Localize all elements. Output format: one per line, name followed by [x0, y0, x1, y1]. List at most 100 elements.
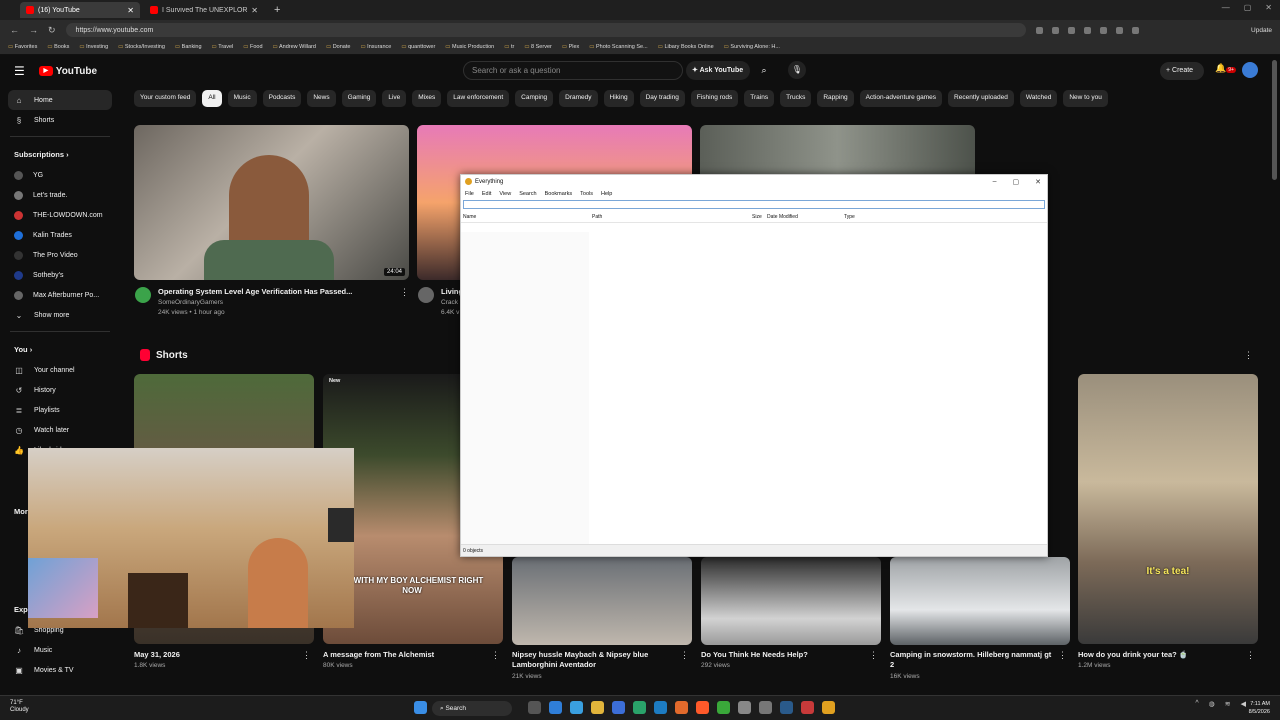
sidebar-item-subscription[interactable]: Let's trade.	[0, 185, 120, 205]
column-path[interactable]: Path	[592, 214, 602, 220]
chip-your-custom-feed[interactable]: Your custom feed	[134, 90, 197, 107]
extension-icon[interactable]	[1083, 26, 1091, 34]
more-options-icon[interactable]: ⋮	[869, 650, 878, 661]
more-options-icon[interactable]: ⋮	[1058, 650, 1067, 661]
menu-item-edit[interactable]: Edit	[482, 191, 491, 197]
chip-day-trading[interactable]: Day trading	[639, 90, 685, 107]
extension-icon[interactable]	[1067, 26, 1075, 34]
menu-item-bookmarks[interactable]: Bookmarks	[545, 191, 573, 197]
menu-item-view[interactable]: View	[499, 191, 511, 197]
search-input[interactable]: Search or ask a question	[463, 61, 683, 80]
close-window-icon[interactable]: ✕	[1265, 3, 1272, 12]
chip-podcasts[interactable]: Podcasts	[262, 90, 302, 107]
chip-watched[interactable]: Watched	[1019, 90, 1058, 107]
minimize-icon[interactable]: —	[1222, 3, 1230, 12]
channel-name[interactable]: Crack	[441, 299, 458, 306]
short-title[interactable]: Nipsey hussle Maybach & Nipsey blue Lamb…	[512, 650, 677, 670]
firefox-icon[interactable]	[675, 701, 688, 714]
extension-icon[interactable]	[1115, 26, 1123, 34]
app-icon[interactable]	[612, 701, 625, 714]
search-icon[interactable]: ⌕	[755, 61, 773, 79]
bookmark-item[interactable]: Surviving Alone: H...	[724, 44, 780, 50]
channel-avatar[interactable]	[418, 287, 434, 303]
short-thumbnail[interactable]	[512, 557, 692, 645]
sidebar-item-subscription[interactable]: Sotheby's	[0, 265, 120, 285]
steam-icon[interactable]	[780, 701, 793, 714]
bookmark-item[interactable]: 8 Server	[524, 44, 552, 50]
bookmark-item[interactable]: Music Production	[445, 44, 494, 50]
window-titlebar[interactable]: Everything	[461, 175, 1047, 188]
chip-music[interactable]: Music	[227, 90, 257, 107]
column-name[interactable]: Name	[463, 214, 476, 220]
menu-item-search[interactable]: Search	[519, 191, 536, 197]
sidebar-item-subscription[interactable]: Kalin Trades	[0, 225, 120, 245]
you-header[interactable]: You ›	[0, 338, 120, 360]
back-icon[interactable]: ←	[10, 25, 19, 36]
url-input[interactable]: https://www.youtube.com	[65, 23, 1026, 37]
sidebar-item[interactable]: ≣ Playlists	[0, 400, 120, 420]
maximize-icon[interactable]: ▢	[1244, 3, 1252, 12]
tab-video[interactable]: I Survived The UNEXPLORED Wa... ✕	[144, 2, 264, 18]
short-thumbnail[interactable]	[1078, 374, 1258, 644]
sidebar-item[interactable]: ▣ Movies & TV	[0, 660, 120, 680]
bookmark-item[interactable]: Favorites	[8, 44, 38, 50]
app-icon[interactable]	[570, 701, 583, 714]
forward-icon[interactable]: →	[29, 25, 38, 36]
menu-item-tools[interactable]: Tools	[580, 191, 593, 197]
youtube-logo[interactable]: ▶ YouTube	[38, 66, 97, 77]
avatar[interactable]	[1242, 62, 1258, 78]
bookmark-item[interactable]: Travel	[212, 44, 233, 50]
maximize-icon[interactable]: ▢	[1013, 178, 1020, 186]
ask-youtube-button[interactable]: ✦ Ask YouTube	[686, 61, 750, 80]
file-explorer-icon[interactable]	[591, 701, 604, 714]
short-title[interactable]: How do you drink your tea? 🍵	[1078, 650, 1243, 660]
chip-live[interactable]: Live	[382, 90, 407, 107]
column-date-modified[interactable]: Date Modified	[767, 214, 798, 220]
tab-youtube[interactable]: (16) YouTube ✕	[20, 2, 140, 18]
chip-recently-uploaded[interactable]: Recently uploaded	[948, 90, 1014, 107]
chip-trucks[interactable]: Trucks	[780, 90, 812, 107]
search-input[interactable]	[463, 200, 1045, 209]
everything-window[interactable]: Everything – ▢ ✕ File Edit View Search Bookm…	[460, 174, 1048, 557]
sidebar-item-subscription[interactable]: Max Afterburner Po...	[0, 285, 120, 305]
close-icon[interactable]: ✕	[1035, 178, 1041, 186]
sidebar-item-subscription[interactable]: The Pro Video	[0, 245, 120, 265]
network-icon[interactable]: ◍	[1209, 700, 1215, 708]
app-icon[interactable]	[801, 701, 814, 714]
clock[interactable]: 7:11 AM 8/5/2026	[1249, 700, 1270, 716]
chip-law-enforcement[interactable]: Law enforcement	[447, 90, 510, 107]
bookmark-item[interactable]: Banking	[175, 44, 202, 50]
menu-item-help[interactable]: Help	[601, 191, 612, 197]
app-icon[interactable]	[738, 701, 751, 714]
minimize-icon[interactable]: –	[993, 178, 997, 186]
bookmark-item[interactable]: tr	[504, 44, 514, 50]
video-thumbnail[interactable]: 24:04	[134, 125, 409, 280]
sidebar-item[interactable]: ♪ Music	[0, 640, 120, 660]
chip-new-to-you[interactable]: New to you	[1063, 90, 1108, 107]
more-options-icon[interactable]: ⋮	[1244, 350, 1253, 361]
channel-avatar[interactable]	[135, 287, 151, 303]
scrollbar[interactable]	[1272, 60, 1277, 180]
sidebar-item-subscription[interactable]: YG	[0, 165, 120, 185]
new-tab-button[interactable]: +	[268, 4, 286, 16]
sidebar-item-subscription[interactable]: THE-LOWDOWN.com	[0, 205, 120, 225]
chip-camping[interactable]: Camping	[515, 90, 554, 107]
more-options-icon[interactable]: ⋮	[1246, 650, 1255, 661]
chip-fishing-rods[interactable]: Fishing rods	[690, 90, 739, 107]
short-title[interactable]: Do You Think He Needs Help?	[701, 650, 866, 660]
bookmark-item[interactable]: quanttower	[401, 44, 435, 50]
microphone-icon[interactable]: 🎙	[788, 61, 806, 79]
close-icon[interactable]: ✕	[127, 6, 134, 15]
more-options-icon[interactable]: ⋮	[302, 650, 311, 661]
column-type[interactable]: Type	[844, 214, 855, 220]
bookmark-item[interactable]: Food	[243, 44, 263, 50]
menu-item-file[interactable]: File	[465, 191, 474, 197]
short-title[interactable]: May 31, 2026	[134, 650, 299, 660]
weather-widget[interactable]: 71°F Cloudy	[10, 700, 29, 714]
extension-icon[interactable]	[1099, 26, 1107, 34]
video-title[interactable]: Operating System Level Age Verification …	[158, 287, 352, 296]
task-view-icon[interactable]	[528, 701, 541, 714]
brave-icon[interactable]	[696, 701, 709, 714]
everything-app-icon[interactable]	[822, 701, 835, 714]
chip-all[interactable]: All	[202, 90, 222, 107]
